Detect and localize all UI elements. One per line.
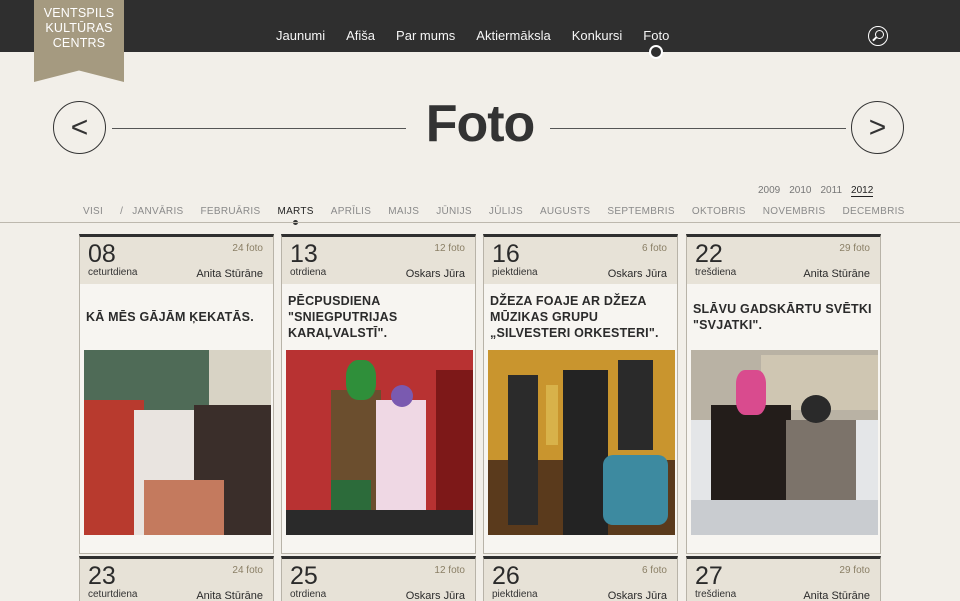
card-header: 26 piektdiena 6 foto Oskars Jūra <box>484 559 677 601</box>
card-author: Anita Stūrāne <box>196 590 263 601</box>
card-day: 16 <box>492 240 520 268</box>
month-janvaris[interactable]: JANVĀRIS <box>132 206 183 217</box>
card-weekday: piektdiena <box>492 267 538 278</box>
year-filter: 2009 2010 2011 2012 <box>758 185 874 197</box>
year-2012[interactable]: 2012 <box>851 185 874 197</box>
month-novembris[interactable]: NOVEMBRIS <box>763 206 826 217</box>
month-marts[interactable]: MARTS <box>277 206 313 225</box>
year-2011[interactable]: 2011 <box>821 185 843 197</box>
card-day: 26 <box>492 562 520 590</box>
month-maijs[interactable]: MAIJS <box>388 206 419 217</box>
next-arrow-button[interactable]: > <box>851 101 904 154</box>
card-weekday: otrdiena <box>290 267 327 278</box>
month-aprilis[interactable]: APRĪLIS <box>331 206 371 217</box>
card-author: Oskars Jūra <box>405 268 465 280</box>
nav-item-aktiermaksla[interactable]: Aktiermāksla <box>476 28 550 44</box>
card-title[interactable]: KĀ MĒS GĀJĀM ĶEKATĀS. <box>80 284 273 350</box>
nav-item-konkursi[interactable]: Konkursi <box>572 28 623 44</box>
card-photo[interactable] <box>84 350 271 535</box>
card-header: 08 ceturtdiena 24 foto Anita Stūrāne <box>80 237 273 284</box>
card-author: Anita Stūrāne <box>803 590 870 601</box>
prev-arrow-button[interactable]: < <box>53 101 106 154</box>
card-photo-count: 29 foto <box>839 243 870 254</box>
month-all[interactable]: VISI <box>83 206 103 217</box>
card-weekday: trešdiena <box>695 267 737 278</box>
card-photo-count: 24 foto <box>232 565 263 576</box>
header-divider-left <box>112 128 406 129</box>
month-separator: / <box>120 206 124 217</box>
next-arrow-icon: > <box>868 110 887 144</box>
month-februaris[interactable]: FEBRUĀRIS <box>201 206 261 217</box>
gallery-card[interactable]: 22 trešdiena 29 foto Anita Stūrāne SLĀVU… <box>686 234 881 554</box>
card-weekday: trešdiena <box>695 589 737 600</box>
nav-item-foto[interactable]: Foto <box>643 28 669 59</box>
card-photo-count: 12 foto <box>434 565 465 576</box>
card-weekday: ceturtdiena <box>88 267 138 278</box>
page-title: Foto <box>425 95 536 153</box>
card-photo-count: 24 foto <box>232 243 263 254</box>
card-title[interactable]: SLĀVU GADSKĀRTU SVĒTKI "SVJATKI". <box>687 284 880 350</box>
gallery-card[interactable]: 16 piektdiena 6 foto Oskars Jūra DŽEZA F… <box>483 234 678 554</box>
card-author: Oskars Jūra <box>607 590 667 601</box>
month-filter: VISI / JANVĀRIS FEBRUĀRIS MARTS APRĪLIS … <box>83 206 922 225</box>
gallery-card[interactable]: 13 otrdiena 12 foto Oskars Jūra PĒCPUSDI… <box>281 234 476 554</box>
search-icon[interactable] <box>868 26 888 46</box>
card-header: 22 trešdiena 29 foto Anita Stūrāne <box>687 237 880 284</box>
gallery-card[interactable]: 25 otrdiena 12 foto Oskars Jūra <box>281 556 476 601</box>
main-nav: Jaunumi Afiša Par mums Aktiermāksla Konk… <box>276 28 690 59</box>
card-header: 25 otrdiena 12 foto Oskars Jūra <box>282 559 475 601</box>
card-photo-count: 12 foto <box>434 243 465 254</box>
card-author: Anita Stūrāne <box>803 268 870 280</box>
month-divider <box>0 222 960 223</box>
year-2010[interactable]: 2010 <box>789 185 811 197</box>
card-title[interactable]: DŽEZA FOAJE AR DŽEZA MŪZIKAS GRUPU „SILV… <box>484 284 677 350</box>
logo-line-1: VENTSPILS <box>43 6 115 20</box>
card-author: Oskars Jūra <box>405 590 465 601</box>
card-day: 13 <box>290 240 318 268</box>
site-logo[interactable]: VENTSPILS KULTŪRAS CENTRS <box>34 0 124 82</box>
header-divider-right <box>550 128 846 129</box>
card-photo[interactable] <box>691 350 878 535</box>
card-header: 27 trešdiena 29 foto Anita Stūrāne <box>687 559 880 601</box>
month-julijs[interactable]: JŪLIJS <box>489 206 523 217</box>
month-augusts[interactable]: AUGUSTS <box>540 206 590 217</box>
card-photo-count: 29 foto <box>839 565 870 576</box>
gallery-card[interactable]: 08 ceturtdiena 24 foto Anita Stūrāne KĀ … <box>79 234 274 554</box>
card-weekday: otrdiena <box>290 589 327 600</box>
month-septembris[interactable]: SEPTEMBRIS <box>607 206 674 217</box>
top-bar <box>0 0 960 52</box>
card-day: 08 <box>88 240 116 268</box>
card-day: 25 <box>290 562 318 590</box>
card-weekday: ceturtdiena <box>88 589 138 600</box>
card-day: 22 <box>695 240 723 268</box>
card-header: 16 piektdiena 6 foto Oskars Jūra <box>484 237 677 284</box>
month-junijs[interactable]: JŪNIJS <box>436 206 472 217</box>
month-decembris[interactable]: DECEMBRIS <box>842 206 904 217</box>
card-weekday: piektdiena <box>492 589 538 600</box>
prev-arrow-icon: < <box>70 110 89 144</box>
card-title[interactable]: PĒCPUSDIENA "SNIEGPUTRIJAS KARAĻVALSTĪ". <box>282 284 475 350</box>
card-photo[interactable] <box>286 350 473 535</box>
gallery-card[interactable]: 26 piektdiena 6 foto Oskars Jūra <box>483 556 678 601</box>
card-author: Anita Stūrāne <box>196 268 263 280</box>
card-photo-count: 6 foto <box>641 243 667 254</box>
card-photo[interactable] <box>488 350 675 535</box>
logo-line-2: KULTŪRAS <box>45 21 113 35</box>
nav-item-par-mums[interactable]: Par mums <box>396 28 455 44</box>
card-photo-count: 6 foto <box>641 565 667 576</box>
gallery-card[interactable]: 27 trešdiena 29 foto Anita Stūrāne <box>686 556 881 601</box>
card-header: 23 ceturtdiena 24 foto Anita Stūrāne <box>80 559 273 601</box>
logo-line-3: CENTRS <box>52 36 106 50</box>
nav-item-jaunumi[interactable]: Jaunumi <box>276 28 325 44</box>
card-author: Oskars Jūra <box>607 268 667 280</box>
nav-item-afisa[interactable]: Afiša <box>346 28 375 44</box>
card-day: 27 <box>695 562 723 590</box>
card-header: 13 otrdiena 12 foto Oskars Jūra <box>282 237 475 284</box>
gallery-card[interactable]: 23 ceturtdiena 24 foto Anita Stūrāne <box>79 556 274 601</box>
card-day: 23 <box>88 562 116 590</box>
year-2009[interactable]: 2009 <box>758 185 780 197</box>
month-oktobris[interactable]: OKTOBRIS <box>692 206 746 217</box>
